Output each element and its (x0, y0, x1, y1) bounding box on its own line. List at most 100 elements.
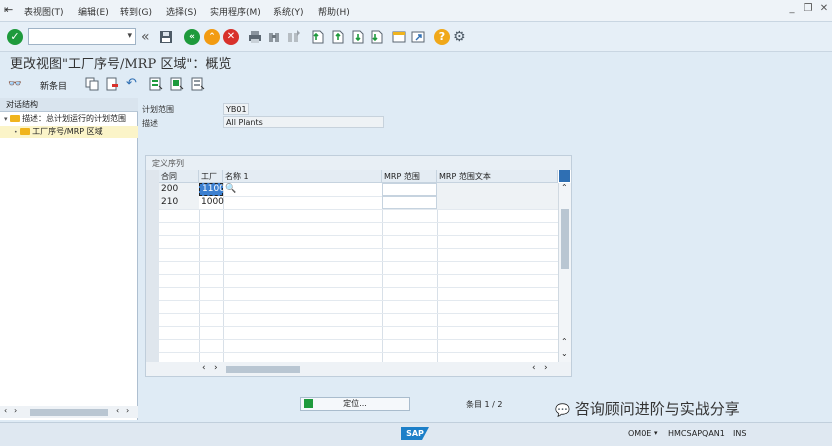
mrp-text-cell (437, 183, 558, 196)
menu-goto[interactable]: 转到(G) (120, 5, 152, 18)
scroll-right-icon[interactable]: › (214, 363, 218, 373)
shortcut-icon[interactable] (410, 29, 426, 45)
scroll-thumb[interactable] (226, 366, 300, 373)
sequence-table-group: 定义序列 合同 工厂 名称 1 MRP 范围 MRP 范围文本 200 1100… (145, 155, 572, 377)
scroll-right-end-icon[interactable]: › (126, 406, 129, 415)
glasses-icon[interactable]: 👓 (8, 77, 22, 91)
new-entries-button[interactable]: 新条目 (40, 79, 67, 92)
tree-horizontal-scrollbar[interactable]: ‹ › ‹ › (0, 406, 138, 418)
table-settings-icon[interactable] (559, 170, 570, 182)
scroll-left-end-icon[interactable]: ‹ (116, 406, 119, 415)
dropdown-icon[interactable]: ▾ (654, 429, 658, 437)
restore-icon[interactable]: ❐ (802, 3, 814, 15)
exit-icon[interactable]: ⌃ (204, 29, 220, 45)
system-menu-icon[interactable]: ⇤ (4, 3, 13, 16)
column-header-name[interactable]: 名称 1 (223, 170, 382, 183)
description-label: 描述 (142, 119, 158, 128)
menu-help[interactable]: 帮助(H) (318, 5, 350, 18)
select-block-icon[interactable] (170, 77, 184, 91)
menu-select[interactable]: 选择(S) (166, 5, 197, 18)
dialog-structure-header: 对话结构 (0, 98, 138, 112)
mrp-area-input[interactable] (382, 196, 437, 209)
sap-logo: SAP (401, 427, 429, 440)
column-header-mrp-area[interactable]: MRP 范围 (382, 170, 437, 183)
dialog-structure-pane: 对话结构 ▾ 描述：总计划运行的计划范围 • 工厂序号/MRP 区域 ‹ › ‹… (0, 98, 138, 420)
sequence-table: 合同 工厂 名称 1 MRP 范围 MRP 范围文本 200 1100 🔍 21… (146, 170, 571, 362)
prev-page-icon[interactable] (329, 29, 345, 45)
plant-input[interactable]: 1000 (199, 196, 224, 209)
scroll-left-end-icon[interactable]: ‹ (532, 363, 536, 373)
find-next-icon[interactable] (285, 29, 301, 45)
seq-cell: 200 (159, 183, 199, 196)
plant-input[interactable]: 1100 (199, 183, 225, 196)
expand-icon[interactable]: ▾ (4, 115, 8, 123)
seq-cell: 210 (159, 196, 199, 209)
save-icon[interactable] (158, 29, 174, 45)
deselect-all-icon[interactable] (191, 77, 205, 91)
dropdown-icon[interactable]: ▾ (127, 31, 132, 41)
scroll-thumb[interactable] (561, 209, 569, 269)
scroll-down-icon[interactable]: ⌄ (561, 349, 568, 358)
position-button[interactable]: 定位... (300, 397, 410, 411)
first-page-icon[interactable] (309, 29, 325, 45)
minimize-icon[interactable]: _ (786, 3, 798, 15)
plan-scope-label: 计划范围 (142, 105, 174, 114)
last-page-icon[interactable] (368, 29, 384, 45)
find-icon[interactable] (266, 29, 282, 45)
table-horizontal-scrollbar[interactable]: ‹ › ‹ › (146, 362, 571, 376)
scroll-thumb[interactable] (30, 409, 108, 416)
entry-counter: 条目 1 / 2 (466, 400, 503, 409)
standard-toolbar: ✓ ▾ « « ⌃ ✕ ? ⚙ (0, 22, 832, 52)
server-name: HMCSAPQAN1 (668, 429, 725, 438)
command-field[interactable]: ▾ (28, 28, 136, 45)
menu-bar: ⇤ 表视图(T) 编辑(E) 转到(G) 选择(S) 实用程序(M) 系统(Y)… (0, 0, 832, 22)
menu-edit[interactable]: 编辑(E) (78, 5, 109, 18)
open-folder-icon (20, 128, 31, 135)
column-header-seq[interactable]: 合同 (159, 170, 199, 183)
insert-mode: INS (733, 429, 747, 438)
wechat-icon: 💬 (555, 403, 570, 417)
settings-icon[interactable]: ⚙ (453, 29, 469, 45)
position-icon (304, 399, 313, 408)
print-icon[interactable] (247, 29, 263, 45)
cancel-icon[interactable]: ✕ (223, 29, 239, 45)
scroll-up-icon[interactable]: ⌃ (561, 183, 568, 192)
menu-utilities[interactable]: 实用程序(M) (210, 5, 261, 18)
page-title: 更改视图"工厂序号/MRP 区域"：概览 (10, 57, 232, 72)
watermark: 💬 咨询顾问进阶与实战分享 (555, 400, 740, 418)
back-double-icon[interactable]: « (141, 29, 157, 45)
scroll-up-end-icon[interactable]: ⌃ (561, 337, 568, 346)
mrp-text-cell (437, 196, 558, 209)
scroll-left-icon[interactable]: ‹ (202, 363, 206, 373)
back-icon[interactable]: « (184, 29, 200, 45)
next-page-icon[interactable] (349, 29, 365, 45)
mrp-area-input[interactable] (382, 183, 437, 196)
tree-item-plant-mrp-area[interactable]: • 工厂序号/MRP 区域 (0, 126, 138, 138)
copy-icon[interactable] (85, 77, 99, 91)
search-help-icon[interactable]: 🔍 (223, 183, 237, 196)
column-header-plant[interactable]: 工厂 (199, 170, 223, 183)
tree-item-plan-scope[interactable]: ▾ 描述：总计划运行的计划范围 (0, 113, 138, 125)
menu-table-view[interactable]: 表视图(T) (24, 5, 64, 18)
scroll-right-end-icon[interactable]: › (544, 363, 548, 373)
scroll-right-icon[interactable]: › (14, 406, 17, 415)
close-icon[interactable]: ✕ (818, 3, 830, 15)
select-all-icon[interactable] (149, 77, 163, 91)
group-title: 定义序列 (152, 159, 184, 168)
menu-system[interactable]: 系统(Y) (273, 5, 304, 18)
check-icon[interactable]: ✓ (7, 29, 23, 45)
new-session-icon[interactable] (391, 29, 407, 45)
bullet-icon: • (14, 129, 18, 136)
undo-icon[interactable]: ↶ (126, 77, 140, 91)
folder-icon (10, 115, 21, 122)
description-field: All Plants (223, 116, 384, 128)
row-selector-column[interactable] (146, 170, 159, 362)
delete-icon[interactable] (105, 77, 119, 91)
column-header-mrp-text[interactable]: MRP 范围文本 (437, 170, 558, 183)
help-icon[interactable]: ? (434, 29, 450, 45)
scroll-left-icon[interactable]: ‹ (4, 406, 7, 415)
status-bar: SAP OM0E ▾ HMCSAPQAN1 INS (0, 422, 832, 446)
transaction-code: OM0E (628, 429, 652, 438)
table-vertical-scrollbar[interactable]: ⌃ ⌃ ⌄ (558, 183, 571, 362)
application-toolbar: 👓 新条目 ↶ (0, 74, 832, 96)
